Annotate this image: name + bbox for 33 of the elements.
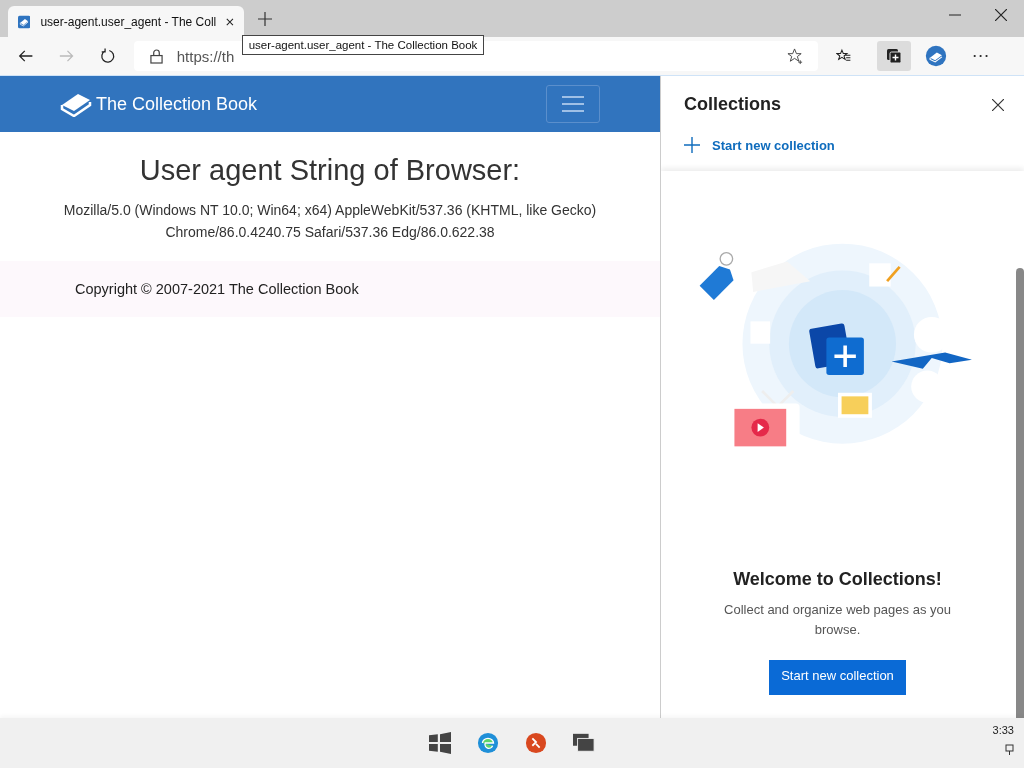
menu-icon <box>562 96 584 112</box>
page-heading: User agent String of Browser: <box>138 154 522 187</box>
refresh-icon[interactable] <box>100 47 116 65</box>
collections-icon <box>885 48 902 64</box>
close-icon[interactable] <box>992 98 1004 111</box>
welcome-text: Collect and organize web pages as you browse. <box>723 601 952 639</box>
browser-tab[interactable]: user-agent.user_agent - The Coll <box>8 6 244 37</box>
plug-icon[interactable] <box>1005 744 1014 755</box>
star-plus-icon[interactable] <box>786 47 804 65</box>
close-icon[interactable] <box>226 16 234 27</box>
browser-icon[interactable] <box>477 732 499 754</box>
book-icon <box>60 91 92 117</box>
plus-icon <box>684 137 700 153</box>
remote-desktop-icon[interactable] <box>525 732 547 754</box>
user-agent-text: Mozilla/5.0 (Windows NT 10.0; Win64; x64) AppleWebKit/537.36 (KHTML, like Gecko) Chrome/86.0.4240.75 Safari/537.36 Edg/86.0.622.38 <box>62 201 598 242</box>
collections-button[interactable] <box>876 41 911 71</box>
lock-icon <box>149 48 163 64</box>
copyright-text: Copyright © 2007-2021 The Collection Book <box>75 281 359 297</box>
site-brand[interactable]: The Collection Book <box>96 93 258 115</box>
panel-title: Collections <box>684 94 781 115</box>
menu-button[interactable] <box>546 85 600 123</box>
new-collection-link[interactable]: Start new collection <box>684 137 835 153</box>
scrollbar[interactable] <box>1016 268 1024 718</box>
plus-icon[interactable] <box>258 12 272 26</box>
windows-logo-icon[interactable] <box>429 732 451 754</box>
welcome-title: Welcome to Collections! <box>733 569 942 590</box>
clock-time[interactable]: 3:33 <box>992 724 1014 736</box>
close-icon[interactable] <box>995 9 1007 21</box>
profile-icon[interactable] <box>924 43 947 69</box>
book-icon <box>18 13 31 30</box>
tooltip: user-agent.user_agent - The Collection Book <box>241 35 485 55</box>
start-collection-button[interactable]: Start new collection <box>769 660 906 695</box>
task-view-icon[interactable] <box>573 732 595 754</box>
